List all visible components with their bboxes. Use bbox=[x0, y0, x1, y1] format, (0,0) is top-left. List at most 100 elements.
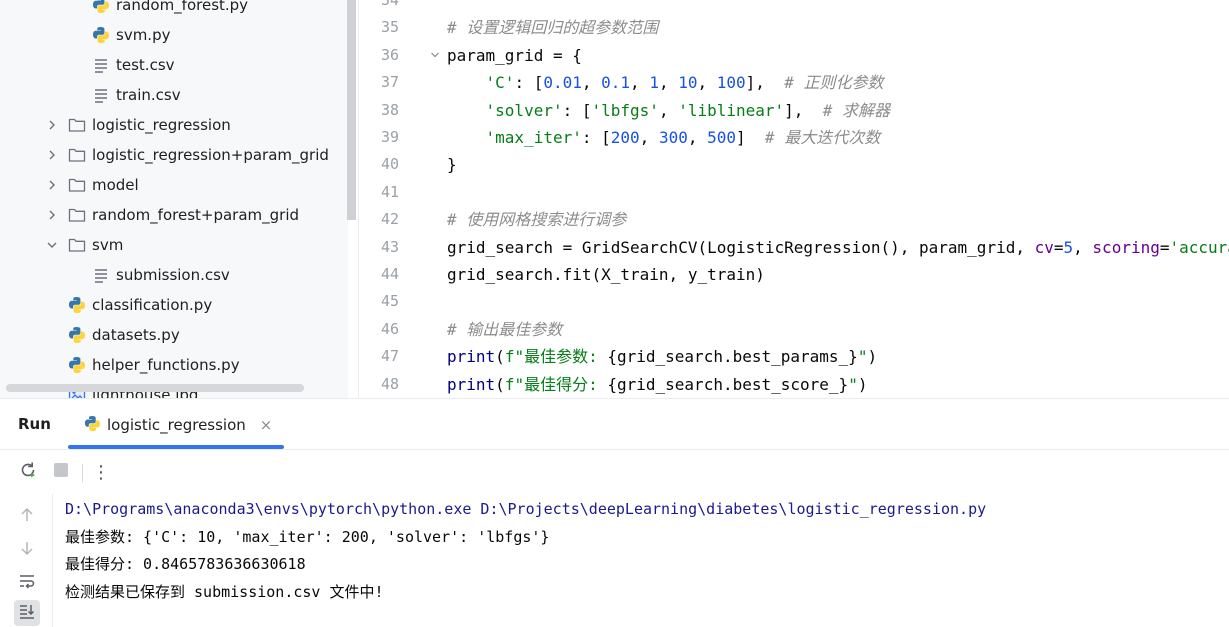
code-token: : [ bbox=[562, 100, 592, 120]
code-token: {grid_search.best_score_} bbox=[607, 374, 849, 394]
tree-item-logistic-regression-param-grid[interactable]: logistic_regression+param_grid bbox=[0, 140, 340, 170]
code-token: 5 bbox=[1063, 237, 1074, 257]
soft-wrap-button[interactable] bbox=[14, 570, 40, 596]
tree-item-random-forest-param-grid[interactable]: random_forest+param_grid bbox=[0, 200, 340, 230]
text-file-icon bbox=[92, 266, 110, 284]
arrow-up-icon bbox=[19, 507, 35, 527]
code-token: ], bbox=[745, 73, 785, 93]
tree-item-helper-functions-py[interactable]: helper_functions.py bbox=[0, 350, 340, 380]
code-token: = bbox=[1159, 237, 1170, 257]
chevron-right-icon[interactable] bbox=[44, 177, 60, 193]
code-token: f"最佳得分: bbox=[504, 374, 608, 394]
line-number: 38 bbox=[380, 100, 399, 119]
tree-vertical-scrollbar[interactable] bbox=[347, 0, 356, 220]
tree-item-datasets-py[interactable]: datasets.py bbox=[0, 320, 340, 350]
code-token: print bbox=[447, 374, 496, 394]
tree-item-model[interactable]: model bbox=[0, 170, 340, 200]
project-tree: random_forest.py svm.py test.csv train.csv l… bbox=[0, 0, 348, 398]
code-token: } bbox=[447, 155, 457, 175]
text-file-icon bbox=[92, 86, 110, 104]
tree-item-label: test.csv bbox=[116, 56, 175, 74]
code-line[interactable]: 'max_iter': [200, 300, 500] # 最大迭代次数 bbox=[447, 124, 881, 151]
folder-icon bbox=[68, 176, 86, 194]
close-tab-icon[interactable]: × bbox=[260, 416, 273, 434]
scroll-up-button[interactable] bbox=[14, 504, 40, 530]
chevron-right-icon[interactable] bbox=[44, 117, 60, 133]
run-side-toolbar bbox=[0, 494, 53, 627]
python-file-icon bbox=[68, 326, 86, 344]
soft-wrap-icon bbox=[18, 572, 36, 594]
tree-item-classification-py[interactable]: classification.py bbox=[0, 290, 340, 320]
line-number: 36 bbox=[380, 45, 399, 64]
code-token: " bbox=[857, 347, 868, 367]
run-tab-logistic-regression[interactable]: logistic_regression × bbox=[84, 413, 272, 437]
code-token: 300 bbox=[658, 128, 688, 147]
code-line[interactable]: grid_search = GridSearchCV(LogisticRegre… bbox=[447, 234, 1229, 261]
code-token: " bbox=[848, 374, 858, 394]
code-token: 'liblinear' bbox=[678, 100, 785, 120]
code-token: 200 bbox=[610, 128, 640, 147]
scroll-down-button[interactable] bbox=[14, 537, 40, 563]
code-token: # 使用网格搜索进行调参 bbox=[447, 210, 627, 230]
console-command-line: D:\Programs\anaconda3\envs\pytorch\pytho… bbox=[65, 500, 987, 518]
tree-item-label: logistic_regression bbox=[92, 116, 231, 134]
tree-item-label: submission.csv bbox=[116, 266, 230, 284]
fold-chevron-icon[interactable] bbox=[429, 42, 441, 69]
code-line[interactable]: 'solver': ['lbfgs', 'liblinear'], # 求解器 bbox=[447, 97, 890, 124]
python-file-icon bbox=[92, 26, 110, 44]
code-line[interactable]: # 使用网格搜索进行调参 bbox=[447, 206, 626, 233]
tree-item-label: random_forest+param_grid bbox=[92, 206, 300, 224]
run-console[interactable]: D:\Programs\anaconda3\envs\pytorch\pytho… bbox=[53, 494, 1229, 627]
stop-button[interactable] bbox=[49, 460, 73, 484]
tree-item-logistic-regression[interactable]: logistic_regression bbox=[0, 110, 340, 140]
folder-icon bbox=[68, 146, 86, 164]
line-number: 39 bbox=[380, 128, 399, 146]
run-tab-label: logistic_regression bbox=[107, 416, 246, 434]
tree-item-label: classification.py bbox=[92, 296, 213, 314]
tree-horizontal-scrollbar[interactable] bbox=[6, 384, 304, 392]
code-line[interactable]: print(f"最佳参数: {grid_search.best_params_}… bbox=[447, 343, 877, 370]
code-editor[interactable]: 34 35 # 设置逻辑回归的超参数范围 36 param_grid = {37 'C'… bbox=[359, 0, 1229, 398]
line-number: 47 bbox=[380, 347, 399, 366]
tree-item-train-csv[interactable]: train.csv bbox=[0, 80, 340, 110]
more-options-button[interactable]: ⋮ bbox=[89, 460, 113, 484]
code-token: , bbox=[1073, 237, 1093, 257]
code-line[interactable]: # 输出最佳参数 bbox=[447, 316, 562, 343]
code-token: , bbox=[687, 128, 708, 147]
code-line[interactable]: # 设置逻辑回归的超参数范围 bbox=[447, 14, 658, 41]
tree-item-test-csv[interactable]: test.csv bbox=[0, 50, 340, 80]
code-line[interactable]: print(f"最佳得分: {grid_search.best_score_}"… bbox=[447, 371, 867, 398]
rerun-button[interactable] bbox=[16, 460, 40, 484]
stop-icon bbox=[52, 461, 70, 483]
tree-item-svm[interactable]: svm bbox=[0, 230, 340, 260]
code-token: scoring bbox=[1092, 237, 1160, 257]
line-number: 45 bbox=[380, 292, 399, 311]
code-token: 'C' bbox=[485, 73, 515, 93]
tree-item-svm-py[interactable]: svm.py bbox=[0, 20, 340, 50]
tree-item-random-forest-py[interactable]: random_forest.py bbox=[0, 0, 340, 20]
code-token: 500 bbox=[707, 128, 737, 147]
code-token: ( bbox=[495, 374, 505, 394]
code-token: 'accuracy' bbox=[1169, 237, 1229, 257]
chevron-right-icon[interactable] bbox=[44, 147, 60, 163]
code-token: ] bbox=[736, 128, 765, 147]
code-line[interactable]: grid_search.fit(X_train, y_train) bbox=[447, 261, 765, 288]
code-line[interactable]: 'C': [0.01, 0.1, 1, 10, 100], # 正则化参数 bbox=[447, 69, 884, 96]
tree-item-label: svm bbox=[92, 236, 124, 254]
tree-item-label: train.csv bbox=[116, 86, 181, 104]
code-token: : [ bbox=[581, 128, 611, 147]
code-line[interactable]: } bbox=[447, 151, 457, 178]
tree-item-submission-csv[interactable]: submission.csv bbox=[0, 260, 340, 290]
chevron-right-icon[interactable] bbox=[44, 207, 60, 223]
console-output-line: 检测结果已保存到 submission.csv 文件中! bbox=[65, 582, 384, 601]
code-line[interactable]: param_grid = { bbox=[447, 42, 582, 69]
chevron-down-icon[interactable] bbox=[44, 237, 60, 253]
line-number: 35 bbox=[380, 18, 399, 37]
code-token: : [ bbox=[514, 73, 544, 93]
scroll-to-end-icon bbox=[18, 602, 36, 624]
arrow-down-icon bbox=[19, 540, 35, 560]
scroll-to-end-button[interactable] bbox=[14, 600, 40, 626]
code-token: 100 bbox=[716, 73, 746, 93]
toolbar-separator bbox=[82, 464, 83, 482]
